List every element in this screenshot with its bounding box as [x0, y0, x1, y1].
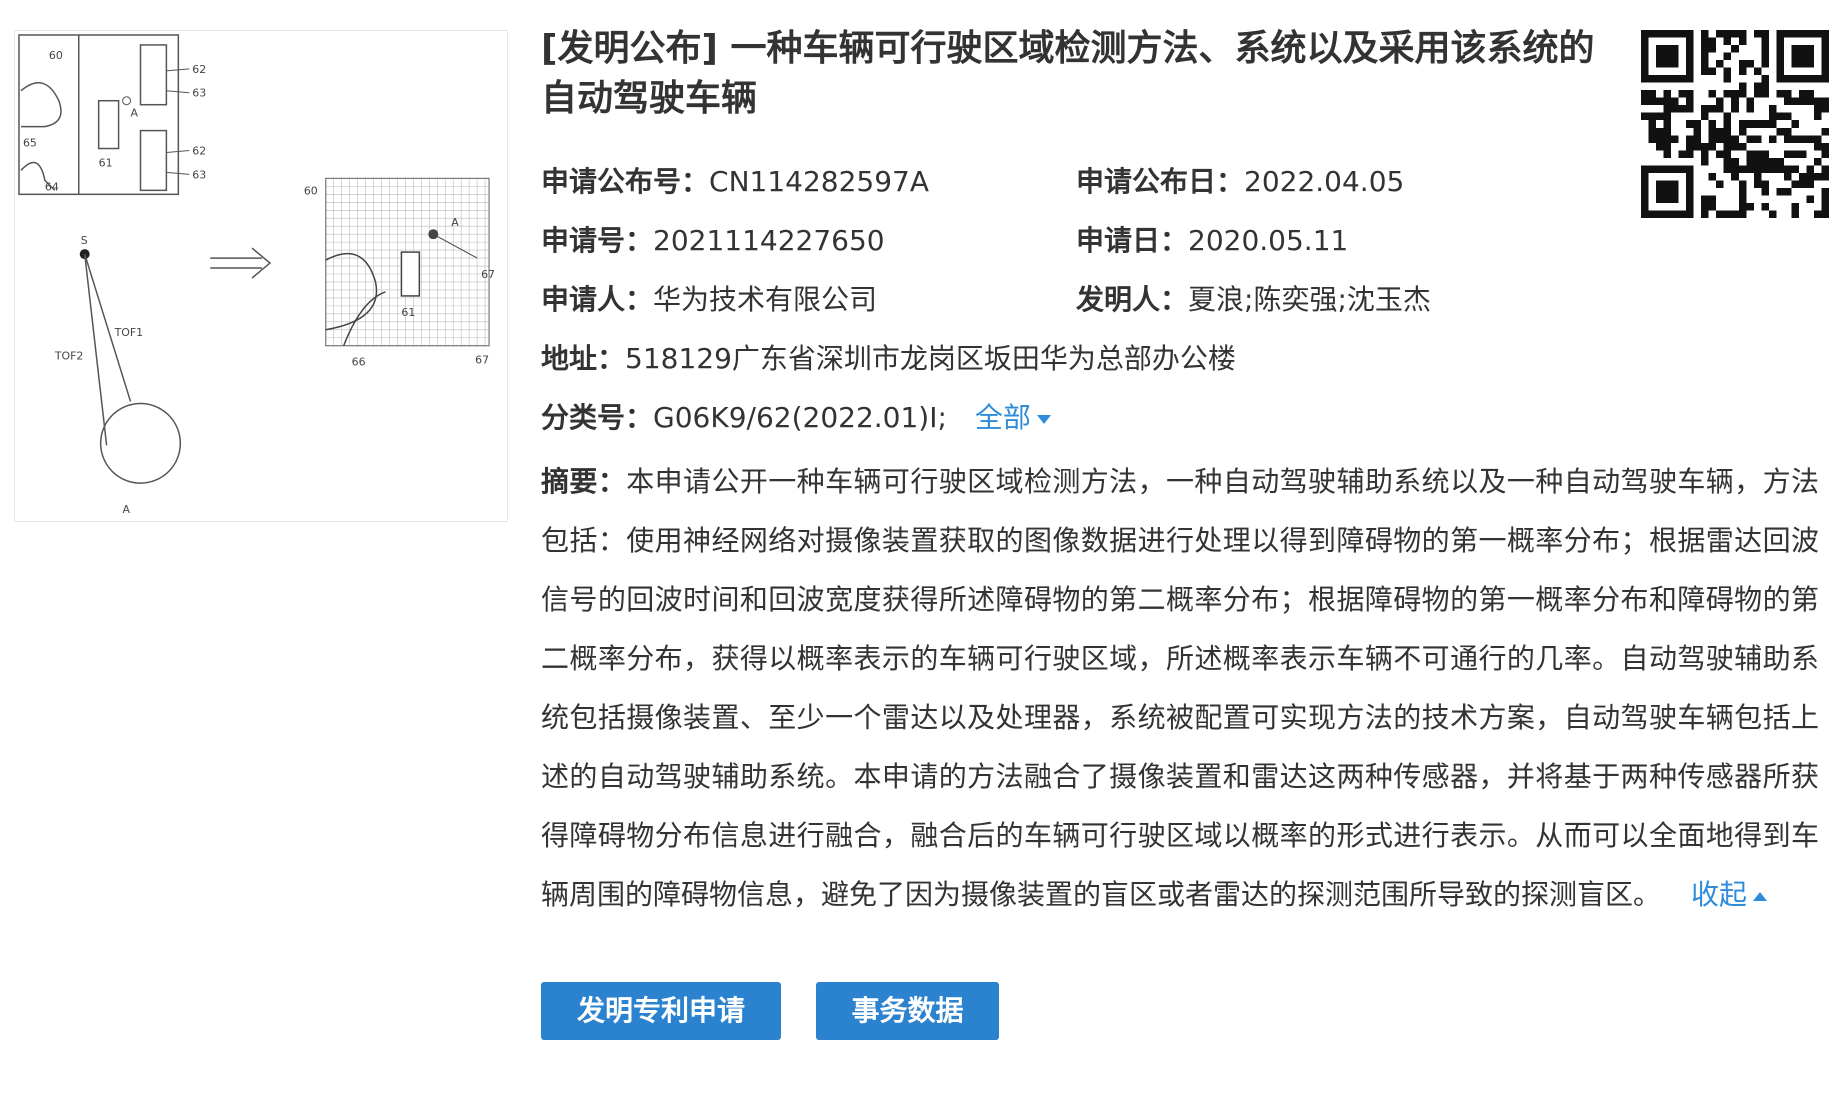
- app-no-label: 申请号：: [541, 224, 654, 257]
- drawing-label: 67: [475, 354, 489, 367]
- pub-no-row: 申请公布号：CN114282597A: [541, 162, 929, 202]
- app-date-row: 申请日：2020.05.11: [1076, 221, 1348, 261]
- drawing-label: 63: [192, 87, 206, 100]
- collapse-label: 收起: [1691, 878, 1748, 911]
- drawing-label: TOF2: [54, 350, 84, 363]
- drawing-label: 67: [481, 268, 495, 281]
- patent-info: [发明公布] 一种车辆可行驶区域检测方法、系统以及采用该系统的自动驾驶车辆 申请…: [541, 24, 1821, 911]
- patent-drawing[interactable]: 60 62 63 65 61 62 63 64 A S TOF1 TOF2 A …: [14, 30, 508, 522]
- inventor-row: 发明人：夏浪;陈奕强;沈玉杰: [1076, 280, 1431, 320]
- drawing-label: 64: [45, 180, 59, 193]
- pub-date-value: 2022.04.05: [1244, 165, 1405, 198]
- app-no-value: 2021114227650: [653, 224, 885, 257]
- affairs-data-button[interactable]: 事务数据: [816, 982, 999, 1040]
- address-row: 地址：518129广东省深圳市龙岗区坂田华为总部办公楼: [541, 339, 1236, 379]
- drawing-label: TOF1: [114, 326, 144, 339]
- app-date-label: 申请日：: [1076, 224, 1189, 257]
- address-label: 地址：: [541, 342, 626, 375]
- pub-date-label: 申请公布日：: [1076, 165, 1245, 198]
- drawing-label: S: [81, 234, 88, 247]
- drawing-label: 60: [304, 184, 318, 197]
- abstract-text: 本申请公开一种车辆可行驶区域检测方法，一种自动驾驶辅助系统以及一种自动驾驶车辆，…: [541, 465, 1819, 911]
- collapse-link[interactable]: 收起: [1691, 878, 1768, 911]
- applicant-row: 申请人：华为技术有限公司: [541, 280, 877, 320]
- abstract: 摘要：本申请公开一种车辆可行驶区域检测方法，一种自动驾驶辅助系统以及一种自动驾驶…: [541, 452, 1819, 924]
- class-show-all-link[interactable]: 全部: [975, 401, 1051, 434]
- class-value: G06K9/62(2022.01)I;: [653, 401, 947, 434]
- drawing-label: A: [451, 216, 459, 229]
- class-label: 分类号：: [541, 401, 654, 434]
- drawing-label: 63: [192, 168, 206, 181]
- drawing-label: 65: [23, 137, 37, 150]
- caret-up-icon: [1753, 891, 1768, 901]
- drawing-label: A: [123, 503, 131, 516]
- drawing-label: 61: [99, 156, 113, 169]
- drawing-label: 62: [192, 144, 206, 157]
- invention-application-button[interactable]: 发明专利申请: [541, 982, 781, 1040]
- drawing-label: A: [131, 107, 139, 120]
- app-no-row: 申请号：2021114227650: [541, 221, 885, 261]
- drawing-label: 66: [352, 356, 366, 369]
- pub-no-label: 申请公布号：: [541, 165, 710, 198]
- address-value: 518129广东省深圳市龙岗区坂田华为总部办公楼: [625, 342, 1236, 375]
- class-row: 分类号：G06K9/62(2022.01)I; 全部: [541, 398, 1051, 438]
- app-date-value: 2020.05.11: [1188, 224, 1349, 257]
- pub-date-row: 申请公布日：2022.04.05: [1076, 162, 1404, 202]
- class-show-all-label: 全部: [974, 401, 1031, 434]
- inventor-value: 夏浪;陈奕强;沈玉杰: [1188, 283, 1431, 316]
- patent-title: [发明公布] 一种车辆可行驶区域检测方法、系统以及采用该系统的自动驾驶车辆: [541, 28, 1595, 119]
- inventor-label: 发明人：: [1076, 283, 1189, 316]
- patent-drawing-figure: 60 62 63 65 61 62 63 64 A S TOF1 TOF2 A …: [18, 34, 495, 516]
- caret-down-icon: [1036, 414, 1051, 424]
- applicant-value: 华为技术有限公司: [653, 283, 878, 316]
- drawing-label: 60: [49, 49, 63, 62]
- pub-no-value: CN114282597A: [709, 165, 929, 198]
- drawing-label: 61: [401, 306, 415, 319]
- abstract-label: 摘要：: [541, 465, 627, 498]
- drawing-label: 62: [192, 63, 206, 76]
- applicant-label: 申请人：: [541, 283, 654, 316]
